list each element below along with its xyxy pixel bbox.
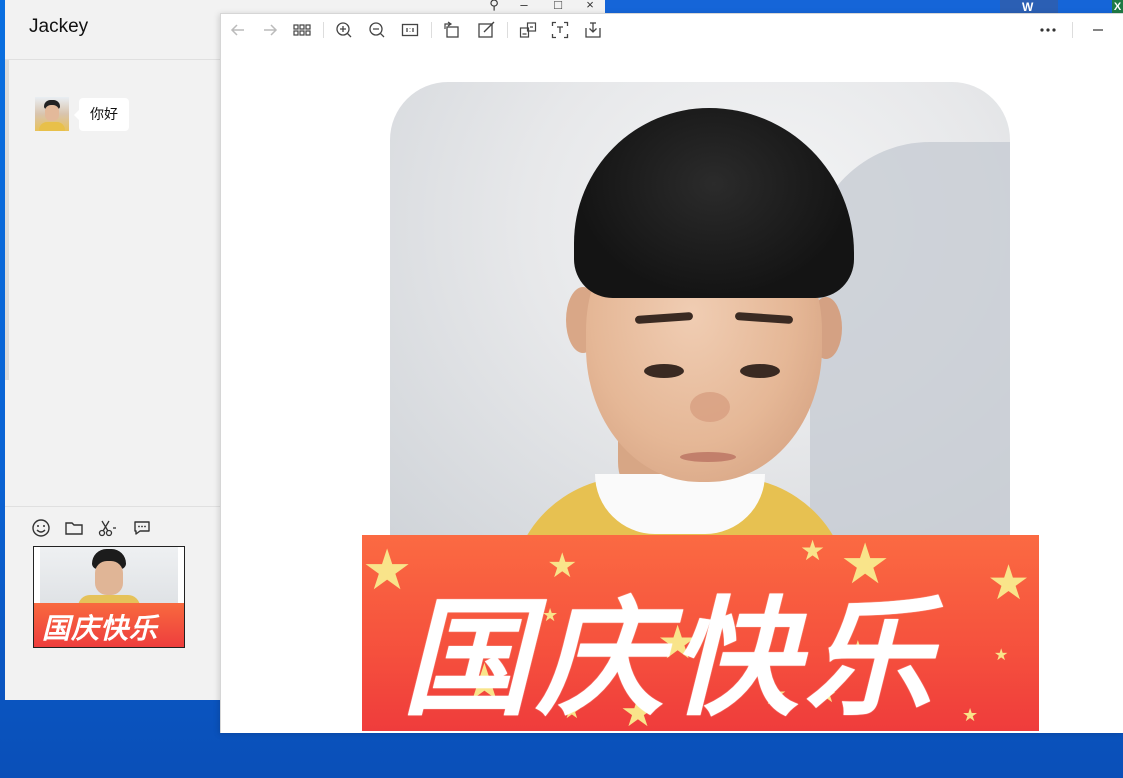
- chat-history-icon[interactable]: [130, 516, 154, 540]
- thumbnail-banner-text: 国庆快乐: [42, 612, 159, 645]
- banner-text: 国庆快乐: [402, 585, 939, 731]
- forward-arrow-icon[interactable]: [259, 19, 281, 41]
- word-taskbar-icon[interactable]: W: [1000, 0, 1058, 14]
- back-arrow-icon[interactable]: [227, 19, 249, 41]
- excel-taskbar-icon[interactable]: X: [1112, 0, 1123, 14]
- zoom-in-icon[interactable]: [333, 19, 355, 41]
- contact-name: Jackey: [29, 16, 89, 37]
- extract-text-icon[interactable]: [549, 19, 571, 41]
- star-decoration: ★: [987, 555, 1031, 611]
- image-viewer-window: ★ ★ ★ ★ ★ ★ ★ ★ ★ ★ ★ ★ ★ ★ ★ 国庆快乐: [220, 13, 1123, 733]
- minimize-icon[interactable]: [1087, 19, 1109, 41]
- draft-image-attachment[interactable]: 国庆快乐: [33, 546, 185, 648]
- avatar[interactable]: [35, 97, 69, 131]
- displayed-photo[interactable]: [390, 82, 1010, 552]
- excel-icon-label: X: [1113, 1, 1122, 13]
- scissors-icon[interactable]: [95, 516, 119, 540]
- edit-icon[interactable]: [475, 19, 497, 41]
- window-controls: ⚲ – □ ×: [475, 0, 605, 14]
- zoom-out-icon[interactable]: [366, 19, 388, 41]
- grid-icon[interactable]: [291, 19, 313, 41]
- translate-icon[interactable]: [517, 19, 539, 41]
- emoji-icon[interactable]: [29, 516, 53, 540]
- star-decoration: ★: [994, 645, 1009, 664]
- pin-icon[interactable]: ⚲: [483, 0, 505, 13]
- rotate-icon[interactable]: [441, 19, 463, 41]
- close-icon[interactable]: ×: [579, 0, 601, 12]
- minimize-icon[interactable]: –: [513, 0, 535, 12]
- national-day-banner: ★ ★ ★ ★ ★ ★ ★ ★ ★ ★ ★ ★ ★ ★ ★ 国庆快乐: [362, 535, 1039, 731]
- more-icon[interactable]: [1037, 19, 1059, 41]
- word-icon-label: W: [1022, 0, 1034, 14]
- message-bubble[interactable]: 你好: [74, 98, 129, 131]
- actual-size-icon[interactable]: [399, 19, 421, 41]
- download-icon[interactable]: [582, 19, 604, 41]
- viewer-toolbar: [221, 14, 1123, 46]
- thumbnail-photo: [40, 547, 178, 607]
- header-divider: [5, 59, 220, 60]
- maximize-icon[interactable]: □: [547, 0, 569, 12]
- thumbnail-banner: 国庆快乐: [34, 603, 184, 647]
- star-decoration: ★: [962, 705, 979, 726]
- input-divider: [5, 506, 220, 507]
- folder-icon[interactable]: [62, 516, 86, 540]
- scrollbar-track[interactable]: [5, 60, 9, 380]
